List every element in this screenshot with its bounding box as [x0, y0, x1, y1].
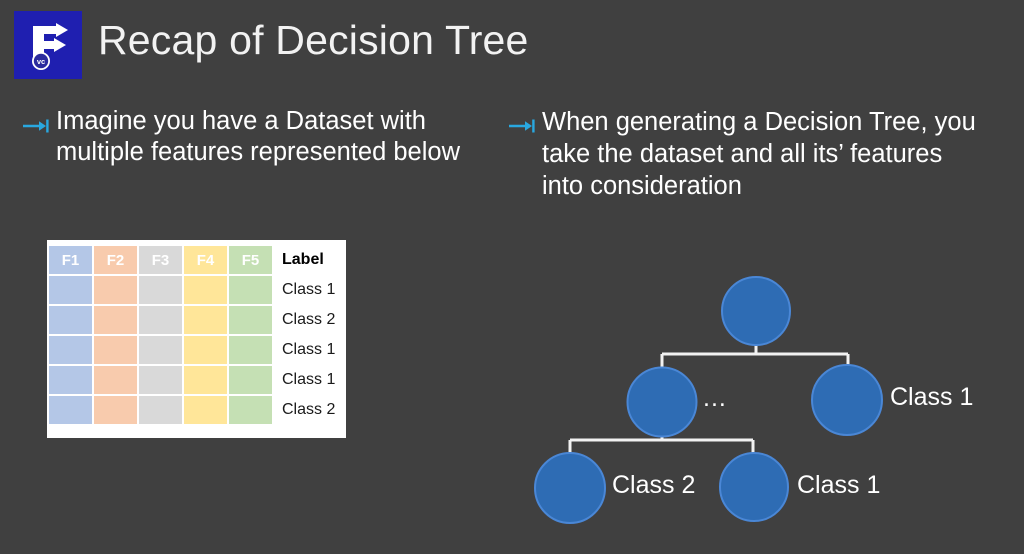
tree-node-mid-left[interactable] — [626, 366, 698, 438]
bullet-text-right: When generating a Decision Tree, you tak… — [542, 108, 976, 200]
table-row: Class 1 — [49, 366, 344, 394]
cell-label: Class 1 — [274, 336, 344, 364]
cell-f2 — [94, 306, 137, 334]
tree-node-bottom-right[interactable] — [719, 452, 789, 522]
f-arrow-logo-icon: vc — [14, 11, 82, 79]
tree-ellipsis: ... — [703, 384, 727, 412]
arrow-to-bar-icon — [22, 112, 50, 140]
cell-label: Class 1 — [274, 276, 344, 304]
cell-f1 — [49, 276, 92, 304]
brand-logo: vc — [14, 11, 82, 79]
cell-f1 — [49, 366, 92, 394]
cell-f3 — [139, 306, 182, 334]
table-row: Class 2 — [49, 396, 344, 424]
table-body: Class 1 Class 2 Class 1 Class 1 Class 2 — [49, 276, 344, 424]
cell-f5 — [229, 396, 272, 424]
cell-f4 — [184, 366, 227, 394]
bullet-item-left: Imagine you have a Dataset with multiple… — [22, 106, 482, 168]
cell-f4 — [184, 276, 227, 304]
cell-f2 — [94, 396, 137, 424]
table-row: Class 2 — [49, 306, 344, 334]
bullet-item-right: When generating a Decision Tree, you tak… — [508, 106, 988, 202]
cell-f3 — [139, 276, 182, 304]
column-header-f5: F5 — [229, 246, 272, 274]
cell-f5 — [229, 366, 272, 394]
cell-f4 — [184, 306, 227, 334]
arrow-to-bar-icon — [508, 112, 536, 140]
dataset-table-grid: F1 F2 F3 F4 F5 Label Class 1 Class 2 Cla… — [47, 244, 346, 426]
cell-label: Class 2 — [274, 396, 344, 424]
page-title: Recap of Decision Tree — [98, 17, 529, 63]
cell-f5 — [229, 276, 272, 304]
dataset-table: F1 F2 F3 F4 F5 Label Class 1 Class 2 Cla… — [47, 240, 346, 438]
column-header-f4: F4 — [184, 246, 227, 274]
table-header-row: F1 F2 F3 F4 F5 Label — [49, 246, 344, 274]
cell-f1 — [49, 336, 92, 364]
tree-node-bottom-left[interactable] — [534, 452, 606, 524]
cell-f3 — [139, 336, 182, 364]
cell-f1 — [49, 396, 92, 424]
cell-f2 — [94, 366, 137, 394]
svg-text:vc: vc — [37, 57, 45, 66]
cell-f3 — [139, 366, 182, 394]
tree-label-bottom-right: Class 1 — [797, 471, 881, 499]
column-header-label: Label — [274, 246, 344, 274]
column-header-f2: F2 — [94, 246, 137, 274]
cell-f5 — [229, 336, 272, 364]
table-row: Class 1 — [49, 336, 344, 364]
table-row: Class 1 — [49, 276, 344, 304]
bullet-text-left: Imagine you have a Dataset with multiple… — [56, 107, 460, 166]
cell-f3 — [139, 396, 182, 424]
cell-label: Class 1 — [274, 366, 344, 394]
cell-f2 — [94, 276, 137, 304]
cell-f1 — [49, 306, 92, 334]
tree-label-mid-right: Class 1 — [890, 383, 974, 411]
column-header-f1: F1 — [49, 246, 92, 274]
tree-label-bottom-left: Class 2 — [612, 471, 696, 499]
cell-f4 — [184, 336, 227, 364]
tree-node-root[interactable] — [721, 276, 791, 346]
cell-f5 — [229, 306, 272, 334]
tree-node-mid-right[interactable] — [811, 364, 883, 436]
cell-label: Class 2 — [274, 306, 344, 334]
cell-f2 — [94, 336, 137, 364]
cell-f4 — [184, 396, 227, 424]
column-header-f3: F3 — [139, 246, 182, 274]
